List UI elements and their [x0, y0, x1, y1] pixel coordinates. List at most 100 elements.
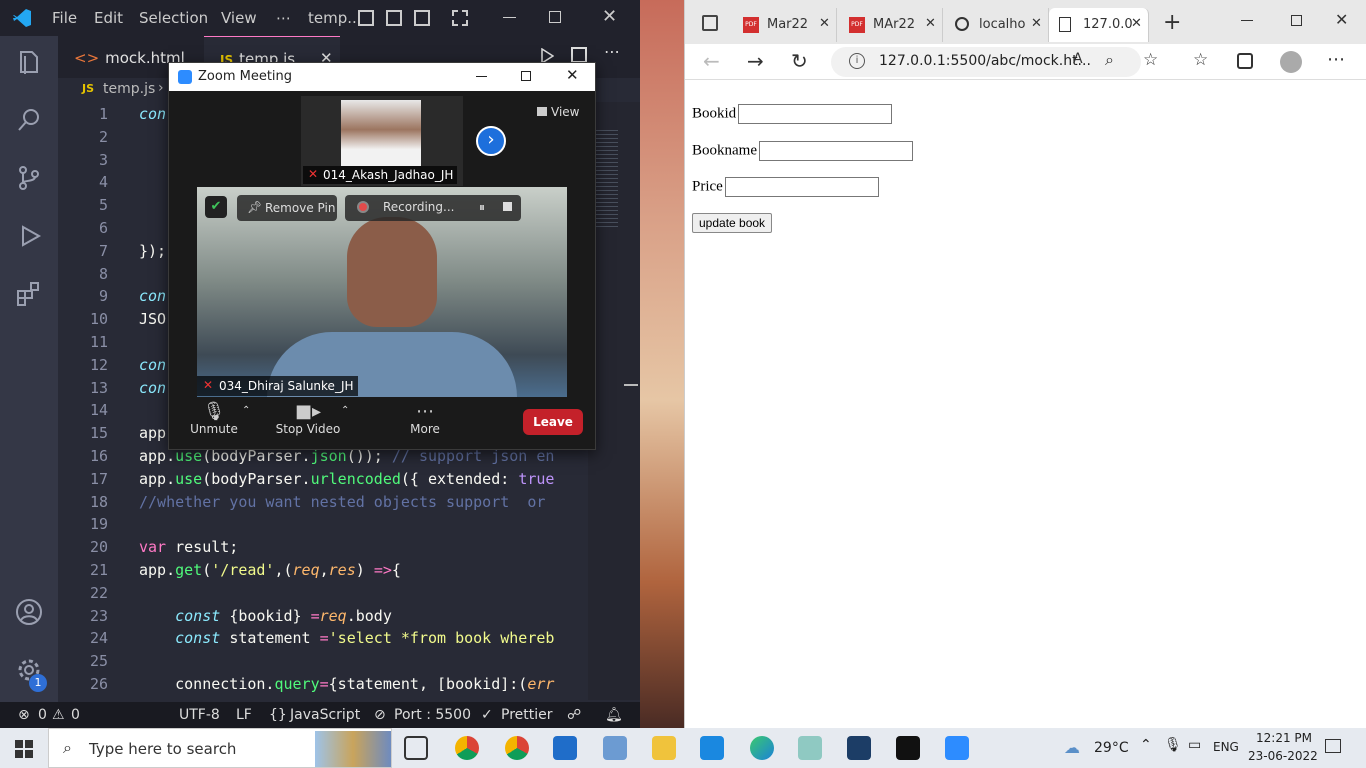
code-line[interactable]: con	[139, 103, 166, 126]
refresh-icon[interactable]: ↻	[791, 49, 808, 73]
code-line[interactable]: });	[139, 240, 166, 263]
info-icon[interactable]: i	[849, 53, 865, 69]
microphone-icon[interactable]: 🎙︎	[1164, 737, 1182, 753]
browser-tab-active[interactable]: 127.0.0 ✕	[1049, 8, 1149, 42]
browser-tab-mar22-2[interactable]: PDF MAr22 ✕	[839, 8, 943, 42]
unmute-button[interactable]: 🎙︎ Unmute	[189, 401, 239, 445]
errors-icon[interactable]: ⊗	[18, 707, 30, 723]
powershell-icon[interactable]	[553, 736, 577, 760]
maximize-icon[interactable]	[521, 71, 531, 81]
active-speaker-video[interactable]: ✔ 📌︎ Remove Pin Recording... ⏸︎ ✕ 034_Dh…	[197, 187, 567, 397]
read-aloud-icon[interactable]: A	[1073, 51, 1083, 67]
menu-more[interactable]: ⋯	[276, 9, 291, 27]
weather-temp[interactable]: 29°C	[1094, 740, 1129, 756]
code-line[interactable]: app.get('/read',(req,res) =>{	[139, 559, 401, 582]
address-bar[interactable]: i 127.0.0.1:5500/abc/mock.ht...	[831, 47, 1141, 77]
file-explorer-icon[interactable]	[652, 736, 676, 760]
more-actions-icon[interactable]: ⋯	[604, 42, 620, 61]
code-line[interactable]: JSO	[139, 308, 166, 331]
zoom-icon[interactable]: ⌕	[1105, 50, 1114, 70]
tab-close-icon[interactable]: ✕	[1131, 16, 1142, 31]
code-line[interactable]: con	[139, 354, 166, 377]
close-icon[interactable]: ✕	[1335, 10, 1348, 29]
code-line[interactable]: const {bookid} =req.body	[139, 605, 392, 628]
remove-pin-button[interactable]: 📌︎ Remove Pin	[237, 195, 337, 221]
mysql-shell-icon[interactable]	[896, 736, 920, 760]
prettier-status[interactable]: Prettier	[501, 707, 553, 723]
language-indicator[interactable]: ENG	[1213, 740, 1239, 754]
browser-tab-localhost[interactable]: localho ✕	[945, 8, 1049, 42]
tray-overflow-icon[interactable]: ⌃	[1140, 737, 1152, 753]
code-line[interactable]: app.use(bodyParser.urlencoded({ extended…	[139, 468, 554, 491]
clock-date[interactable]: 23-06-2022	[1248, 749, 1318, 763]
warning-icon[interactable]: ⚠	[52, 707, 65, 723]
layout-sidebar-icon[interactable]	[358, 10, 374, 26]
encoding-status[interactable]: UTF-8	[179, 707, 220, 723]
next-page-icon[interactable]: ›	[476, 126, 506, 156]
menu-view[interactable]: View	[221, 9, 257, 27]
notifications-icon[interactable]	[1325, 739, 1341, 753]
eol-status[interactable]: LF	[236, 707, 252, 723]
layout-secondary-icon[interactable]	[414, 10, 430, 26]
code-line[interactable]: //whether you want nested objects suppor…	[139, 491, 545, 514]
tab-close-icon[interactable]: ✕	[925, 16, 936, 31]
warnings-count[interactable]: 0	[71, 707, 80, 723]
new-tab-icon[interactable]: +	[1163, 10, 1181, 35]
more-button[interactable]: ⋯ More	[405, 401, 445, 445]
collections-icon[interactable]	[1237, 53, 1253, 69]
close-icon[interactable]: ✕	[602, 6, 617, 27]
maximize-icon[interactable]	[549, 11, 561, 23]
profile-avatar[interactable]	[1280, 51, 1302, 73]
tab-close-icon[interactable]: ✕	[819, 16, 830, 31]
forward-icon[interactable]: →	[747, 49, 764, 73]
video-options-caret-icon[interactable]: ⌃	[341, 405, 349, 416]
stop-video-button[interactable]: ■▸ Stop Video	[273, 401, 343, 445]
menu-edit[interactable]: Edit	[94, 9, 123, 27]
maximize-icon[interactable]	[1291, 15, 1302, 26]
tab-actions-icon[interactable]	[702, 15, 718, 31]
tab-close-icon[interactable]: ✕	[1031, 16, 1042, 31]
menu-selection[interactable]: Selection	[139, 9, 208, 27]
split-editor-icon[interactable]	[571, 47, 587, 63]
chrome-profile-icon[interactable]	[505, 736, 529, 760]
search-icon[interactable]	[15, 106, 43, 134]
participant-tile[interactable]: ✕ 014_Akash_Jadhao_JH	[301, 96, 463, 186]
explorer-icon[interactable]	[15, 48, 43, 76]
windows-start-icon[interactable]	[15, 740, 33, 758]
remote-desktop-icon[interactable]	[603, 736, 627, 760]
code-line[interactable]: con	[139, 285, 166, 308]
clock-time[interactable]: 12:21 PM	[1256, 731, 1312, 745]
favorites-icon[interactable]: ☆	[1193, 50, 1208, 70]
notepad-icon[interactable]	[798, 736, 822, 760]
extensions-icon[interactable]	[15, 280, 43, 308]
code-line[interactable]: con	[139, 377, 166, 400]
code-line[interactable]: connection.query={statement, [bookid]:(e…	[139, 673, 554, 696]
live-server-port[interactable]: Port : 5500	[394, 707, 471, 723]
add-favorite-icon[interactable]: ☆	[1143, 50, 1158, 70]
price-input[interactable]	[724, 177, 879, 197]
pause-recording-icon[interactable]: ⏸︎	[479, 200, 485, 215]
update-book-button[interactable]: update book	[692, 213, 773, 233]
chrome-icon[interactable]	[455, 736, 479, 760]
leave-button[interactable]: Leave	[523, 409, 583, 435]
minimize-icon[interactable]	[503, 17, 516, 18]
code-line[interactable]: const statement ='select *from book wher…	[139, 627, 554, 650]
view-button[interactable]: View	[537, 105, 579, 119]
run-debug-icon[interactable]	[15, 222, 43, 250]
menu-file[interactable]: File	[52, 9, 77, 27]
bell-icon[interactable]: 🔔︎	[605, 707, 623, 723]
bookid-input[interactable]	[738, 104, 893, 124]
minimize-icon[interactable]	[476, 76, 487, 77]
mysql-workbench-icon[interactable]	[847, 736, 871, 760]
code-line[interactable]: var result;	[139, 536, 238, 559]
browser-tab-mar22[interactable]: PDF Mar22 ✕	[733, 8, 837, 42]
source-control-icon[interactable]	[15, 164, 43, 192]
audio-options-caret-icon[interactable]: ⌃	[242, 405, 250, 416]
accounts-icon[interactable]	[15, 598, 43, 626]
language-mode[interactable]: JavaScript	[290, 707, 360, 723]
minimize-icon[interactable]	[1241, 20, 1253, 21]
feedback-icon[interactable]: ☍	[567, 707, 581, 723]
breadcrumb-file[interactable]: temp.js	[103, 81, 155, 97]
edge-icon[interactable]	[750, 736, 774, 760]
taskbar-search-box[interactable]: ⌕ Type here to search	[48, 728, 392, 768]
